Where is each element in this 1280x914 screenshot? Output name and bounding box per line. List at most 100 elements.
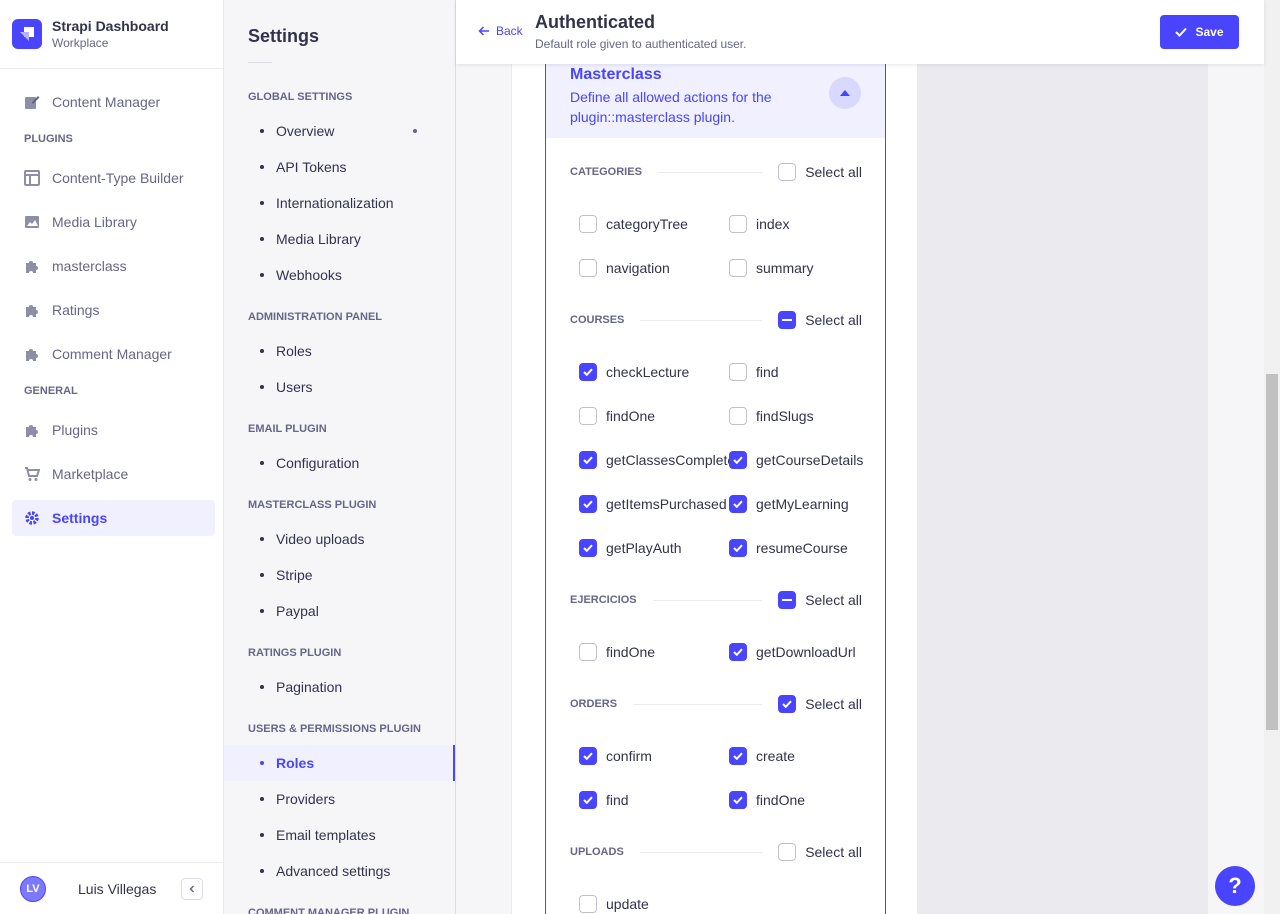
- select-all-checkbox[interactable]: Select all: [778, 311, 862, 329]
- subnav-title: Settings: [248, 26, 320, 46]
- back-link[interactable]: Back: [478, 24, 523, 38]
- subnav-item-api-tokens[interactable]: API Tokens: [224, 149, 455, 185]
- permission-checkbox[interactable]: findOne: [729, 790, 805, 810]
- subnav-item-webhooks[interactable]: Webhooks: [224, 257, 455, 293]
- permission-checkbox[interactable]: findSlugs: [729, 406, 814, 426]
- permission-checkbox[interactable]: confirm: [579, 746, 652, 766]
- select-all-label: Select all: [805, 312, 862, 328]
- permission-checkbox[interactable]: findOne: [579, 406, 655, 426]
- subnav-item-label: Stripe: [276, 567, 313, 583]
- permission-checkbox[interactable]: summary: [729, 258, 814, 278]
- subnav-item-advanced-settings[interactable]: Advanced settings: [224, 853, 455, 889]
- subnav-item-media-library[interactable]: Media Library: [224, 221, 455, 257]
- help-button[interactable]: ?: [1215, 866, 1255, 906]
- checkbox[interactable]: [579, 895, 597, 913]
- permission-checkbox[interactable]: navigation: [579, 258, 670, 278]
- permission-label: findSlugs: [756, 408, 814, 424]
- page-scrollbar[interactable]: [1264, 0, 1280, 914]
- checkbox[interactable]: [729, 407, 747, 425]
- subnav-section: MASTERCLASS PLUGIN: [248, 499, 377, 511]
- nav-marketplace[interactable]: Marketplace: [12, 456, 215, 492]
- checkbox[interactable]: [579, 539, 597, 557]
- checkbox[interactable]: [778, 311, 797, 329]
- nav-ratings[interactable]: Ratings: [12, 292, 215, 328]
- permission-checkbox[interactable]: find: [579, 790, 629, 810]
- panel-header[interactable]: Masterclass Define all allowed actions f…: [546, 64, 885, 138]
- divider: [633, 703, 763, 705]
- permission-checkbox[interactable]: getItemsPurchased: [579, 494, 727, 514]
- select-all-checkbox[interactable]: Select all: [778, 695, 862, 713]
- subnav-item-pagination[interactable]: Pagination: [224, 669, 455, 705]
- checkbox[interactable]: [579, 363, 597, 381]
- permission-checkbox[interactable]: getMyLearning: [729, 494, 849, 514]
- checkbox[interactable]: [729, 215, 747, 233]
- user-name: Luis Villegas: [78, 880, 157, 897]
- subnav-item-video-uploads[interactable]: Video uploads: [224, 521, 455, 557]
- permission-checkbox[interactable]: index: [729, 214, 789, 234]
- subnav-item-email-templates[interactable]: Email templates: [224, 817, 455, 853]
- permission-checkbox[interactable]: findOne: [579, 642, 655, 662]
- nav-media-library[interactable]: Media Library: [12, 204, 215, 240]
- nav-masterclass[interactable]: masterclass: [12, 248, 215, 284]
- permission-checkbox[interactable]: getClassesComplete: [579, 450, 735, 470]
- nav-plugins[interactable]: Plugins: [12, 412, 215, 448]
- group-label: COURSES: [570, 314, 625, 326]
- checkbox[interactable]: [729, 495, 747, 513]
- select-all-checkbox[interactable]: Select all: [778, 163, 862, 181]
- checkbox[interactable]: [579, 215, 597, 233]
- checkbox[interactable]: [778, 163, 797, 181]
- checkbox[interactable]: [729, 539, 747, 557]
- select-all-checkbox[interactable]: Select all: [778, 591, 862, 609]
- nav-comment-manager[interactable]: Comment Manager: [12, 336, 215, 372]
- select-all-checkbox[interactable]: Select all: [778, 843, 862, 861]
- checkbox[interactable]: [579, 495, 597, 513]
- logo-icon: [12, 19, 42, 49]
- nav-settings[interactable]: Settings: [12, 500, 215, 536]
- subnav-item-paypal[interactable]: Paypal: [224, 593, 455, 629]
- avatar[interactable]: LV: [20, 875, 46, 902]
- checkbox[interactable]: [729, 451, 747, 469]
- checkbox[interactable]: [778, 843, 797, 861]
- subnav-item-users[interactable]: Users: [224, 369, 455, 405]
- checkbox[interactable]: [579, 407, 597, 425]
- permission-checkbox[interactable]: create: [729, 746, 795, 766]
- subnav-item-admin-roles[interactable]: Roles: [224, 333, 455, 369]
- checkbox[interactable]: [579, 451, 597, 469]
- checkbox[interactable]: [579, 747, 597, 765]
- collapse-panel-button[interactable]: [829, 77, 861, 109]
- subnav-item-stripe[interactable]: Stripe: [224, 557, 455, 593]
- scrollbar-thumb[interactable]: [1266, 374, 1278, 730]
- permission-checkbox[interactable]: getPlayAuth: [579, 538, 682, 558]
- nav-content-type-builder[interactable]: Content-Type Builder: [12, 160, 215, 196]
- checkbox[interactable]: [579, 643, 597, 661]
- nav-content-manager[interactable]: Content Manager: [12, 84, 215, 120]
- checkbox[interactable]: [778, 695, 797, 713]
- permission-checkbox[interactable]: find: [729, 362, 779, 382]
- permission-label: summary: [756, 260, 814, 276]
- subnav-item-internationalization[interactable]: Internationalization: [224, 185, 455, 221]
- permission-checkbox[interactable]: getCourseDetails: [729, 450, 863, 470]
- permission-checkbox[interactable]: resumeCourse: [729, 538, 848, 558]
- subnav-item-configuration[interactable]: Configuration: [224, 445, 455, 481]
- subnav-item-overview[interactable]: Overview: [224, 113, 455, 149]
- save-button[interactable]: Save: [1160, 15, 1239, 49]
- checkbox[interactable]: [778, 591, 797, 609]
- subnav-item-providers[interactable]: Providers: [224, 781, 455, 817]
- checkbox[interactable]: [729, 363, 747, 381]
- checkbox[interactable]: [729, 259, 747, 277]
- checkbox[interactable]: [579, 791, 597, 809]
- subnav-item-roles[interactable]: Roles: [224, 745, 455, 781]
- checkbox[interactable]: [729, 791, 747, 809]
- checkbox[interactable]: [729, 643, 747, 661]
- permission-checkbox[interactable]: getDownloadUrl: [729, 642, 856, 662]
- permission-checkbox[interactable]: checkLecture: [579, 362, 689, 382]
- checkbox[interactable]: [579, 259, 597, 277]
- collapse-nav-button[interactable]: [181, 877, 203, 900]
- subnav-item-label: Paypal: [276, 603, 319, 619]
- permission-label: findOne: [756, 792, 806, 808]
- puzzle-icon: [24, 258, 40, 274]
- subnav-section: EMAIL PLUGIN: [248, 423, 327, 435]
- permission-checkbox[interactable]: update: [579, 894, 649, 914]
- permission-checkbox[interactable]: categoryTree: [579, 214, 688, 234]
- checkbox[interactable]: [729, 747, 747, 765]
